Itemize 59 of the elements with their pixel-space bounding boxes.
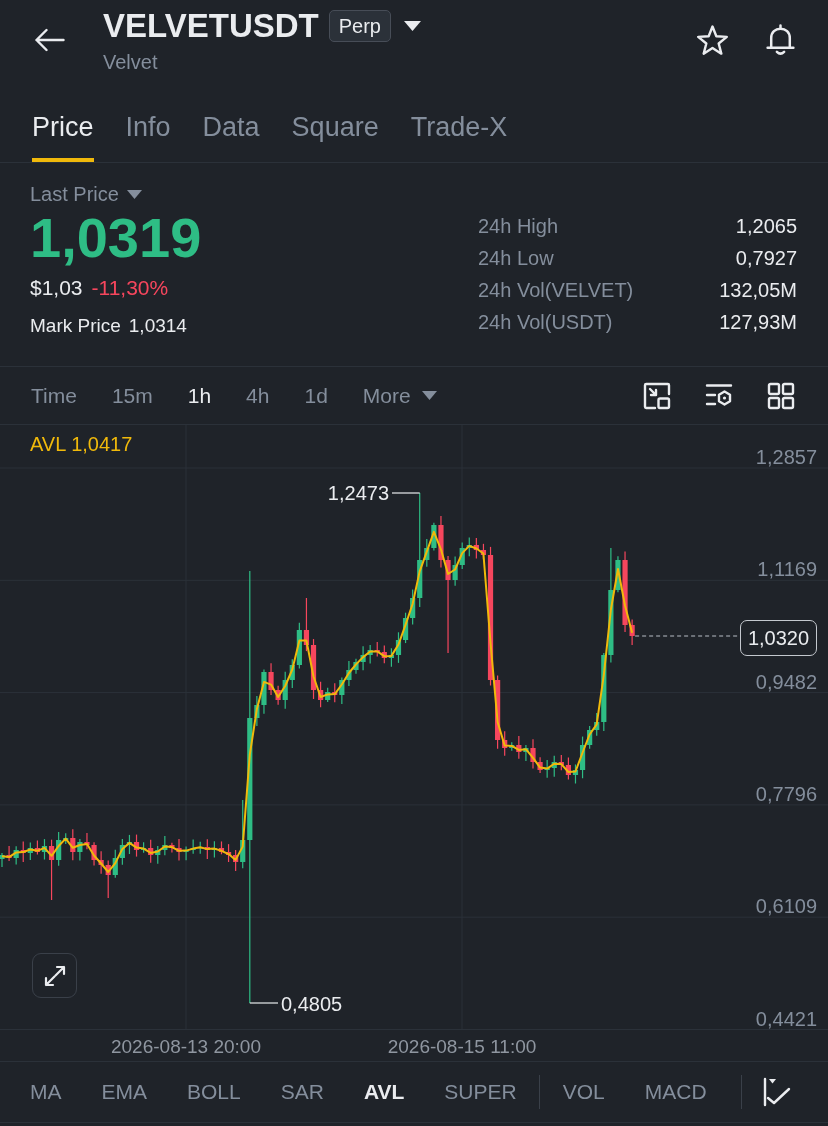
stat-label: 24h High <box>478 214 559 239</box>
interval-option[interactable]: 4h <box>246 381 270 410</box>
indicator-tab[interactable]: MACD <box>644 1078 707 1106</box>
stat-label: 24h Vol(USDT) <box>478 310 613 335</box>
stat-value: 127,93M <box>719 310 797 335</box>
last-price: 1,0319 <box>30 207 202 269</box>
indicator-tab[interactable]: EMA <box>101 1078 147 1106</box>
indicator-tab[interactable]: BOLL <box>187 1078 241 1106</box>
expand-arrows-icon <box>43 964 66 987</box>
price-type-label[interactable]: Last Price <box>30 181 119 207</box>
y-axis-label: 0,7796 <box>755 782 817 805</box>
x-axis-label: 2026-08-15 11:00 <box>387 1035 537 1057</box>
usd-price: $1,03 <box>30 275 83 301</box>
interval-option[interactable]: 15m <box>111 381 153 410</box>
tab[interactable]: Price <box>32 90 94 162</box>
indicator-tab[interactable]: AVL <box>363 1078 405 1106</box>
y-axis-label: 1,1169 <box>757 558 817 581</box>
caret-down-icon <box>421 391 437 400</box>
tab[interactable]: Info <box>125 90 171 162</box>
x-axis-label: 2026-08-13 20:00 <box>111 1035 261 1057</box>
y-axis-label: 1,2857 <box>755 446 817 468</box>
stat-label: 24h Vol(VELVET) <box>478 278 634 303</box>
indicator-tab[interactable]: SUPER <box>444 1078 517 1106</box>
expand-button[interactable] <box>32 953 77 998</box>
high-price-label: 1,2473 <box>327 482 389 504</box>
indicator-tab[interactable]: MA <box>30 1078 62 1106</box>
mark-price-label: Mark Price <box>30 314 121 338</box>
back-arrow-icon[interactable] <box>35 28 65 52</box>
y-axis-label: 0,4421 <box>755 1007 817 1030</box>
indicator-tab[interactable]: VOL <box>562 1078 605 1106</box>
window-arrow-icon[interactable] <box>643 381 671 410</box>
bell-icon[interactable] <box>766 24 795 56</box>
last-price-tag: 1,0320 <box>740 620 817 656</box>
caret-down-icon[interactable] <box>404 21 421 31</box>
y-axis-label: 0,9482 <box>755 670 817 693</box>
pair-subtitle: Velvet <box>103 50 158 74</box>
interval-option[interactable]: 1d <box>304 381 328 410</box>
stat-value: 132,05M <box>719 278 797 303</box>
contract-type-badge: Perp <box>328 10 391 42</box>
avl-indicator-label: AVL 1,0417 <box>30 433 133 455</box>
mark-price: 1,0314 <box>128 314 187 338</box>
tab[interactable]: Data <box>202 90 260 162</box>
grid-icon[interactable] <box>767 381 795 410</box>
tab[interactable]: Trade-X <box>410 90 508 162</box>
y-axis-label: 0,6109 <box>755 895 817 918</box>
interval-option[interactable]: 1h <box>187 381 212 410</box>
stat-value: 1,2065 <box>735 214 797 239</box>
star-icon[interactable] <box>696 24 729 56</box>
interval-option[interactable]: Time <box>31 381 77 410</box>
low-price-label: 0,4805 <box>281 993 343 1015</box>
stat-label: 24h Low <box>478 246 554 271</box>
interval-dropdown[interactable]: More <box>362 381 437 410</box>
price-change: -11,30% <box>91 275 169 301</box>
tab[interactable]: Square <box>291 90 379 162</box>
indicator-tab[interactable]: SAR <box>280 1078 324 1106</box>
pair-title: VELVETUSDT <box>103 6 319 46</box>
stat-value: 0,7927 <box>735 246 797 271</box>
low-leader-line <box>249 1002 279 1004</box>
high-leader-line <box>391 492 421 494</box>
